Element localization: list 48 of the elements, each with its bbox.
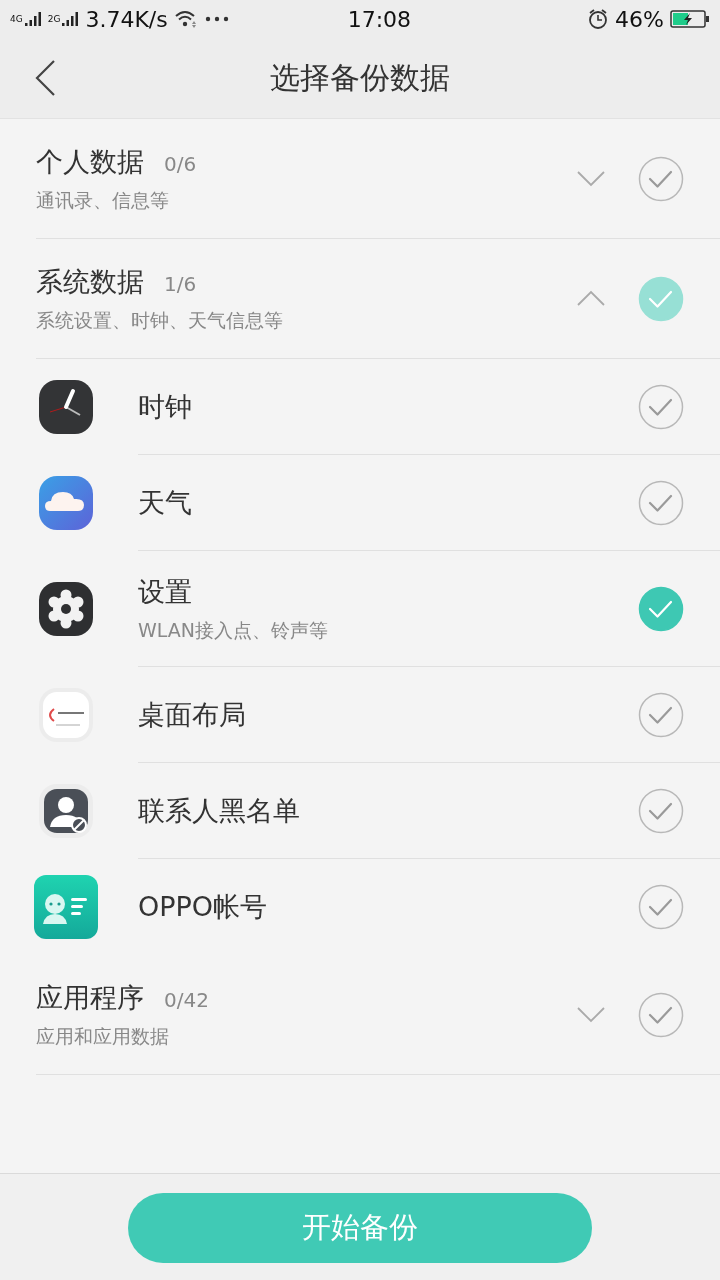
checkbox[interactable] <box>638 383 684 430</box>
network-type: 4G <box>10 14 23 24</box>
blocked-contact-icon <box>36 781 96 841</box>
checkbox[interactable] <box>638 691 684 738</box>
checkbox[interactable] <box>638 275 684 322</box>
selected-count: 0/42 <box>164 987 209 1012</box>
wifi-icon <box>173 9 198 29</box>
checkbox[interactable] <box>638 585 684 632</box>
checkbox[interactable] <box>638 883 684 930</box>
checkbox[interactable] <box>638 991 684 1038</box>
group-description: 系统设置、时钟、天气信息等 <box>36 307 284 333</box>
start-backup-button[interactable]: 开始备份 <box>128 1193 592 1263</box>
expand-icon[interactable] <box>576 1005 606 1024</box>
collapse-icon[interactable] <box>576 289 606 308</box>
group-title: 系统数据 <box>36 264 144 299</box>
more-icon <box>203 15 230 23</box>
clock-time: 17:08 <box>347 6 412 32</box>
battery-icon <box>670 9 710 29</box>
cloud-icon <box>36 473 96 533</box>
alarm-icon <box>587 8 610 30</box>
logo-icon <box>36 685 96 745</box>
network-speed: 3.74K/s <box>85 6 168 32</box>
group-description: 通讯录、信息等 <box>36 187 170 213</box>
expand-icon[interactable] <box>576 169 606 188</box>
item-name: 联系人黑名单 <box>138 793 301 828</box>
checkbox[interactable] <box>638 155 684 202</box>
robot-icon <box>33 874 99 940</box>
signal-icon <box>61 10 80 28</box>
back-icon <box>34 59 56 97</box>
checkbox[interactable] <box>638 479 684 526</box>
group-description: 应用和应用数据 <box>36 1023 170 1049</box>
clock-icon <box>36 377 96 437</box>
page-title: 选择备份数据 <box>270 59 450 95</box>
selected-count: 0/6 <box>164 151 197 176</box>
signal-icon <box>23 10 42 28</box>
group-title: 应用程序 <box>36 980 144 1015</box>
network-type: 2G <box>47 14 61 24</box>
item-name: 设置 <box>138 574 193 609</box>
gear-icon <box>36 579 96 639</box>
battery-percent: 46% <box>615 6 664 32</box>
selected-count: 1/6 <box>164 271 197 296</box>
checkbox[interactable] <box>638 787 684 834</box>
item-name: 天气 <box>138 485 193 520</box>
group-title: 个人数据 <box>36 144 144 179</box>
item-description: WLAN接入点、铃声等 <box>138 617 330 643</box>
item-name: OPPO帐号 <box>138 889 269 924</box>
item-name: 桌面布局 <box>138 697 247 732</box>
item-name: 时钟 <box>138 389 193 424</box>
